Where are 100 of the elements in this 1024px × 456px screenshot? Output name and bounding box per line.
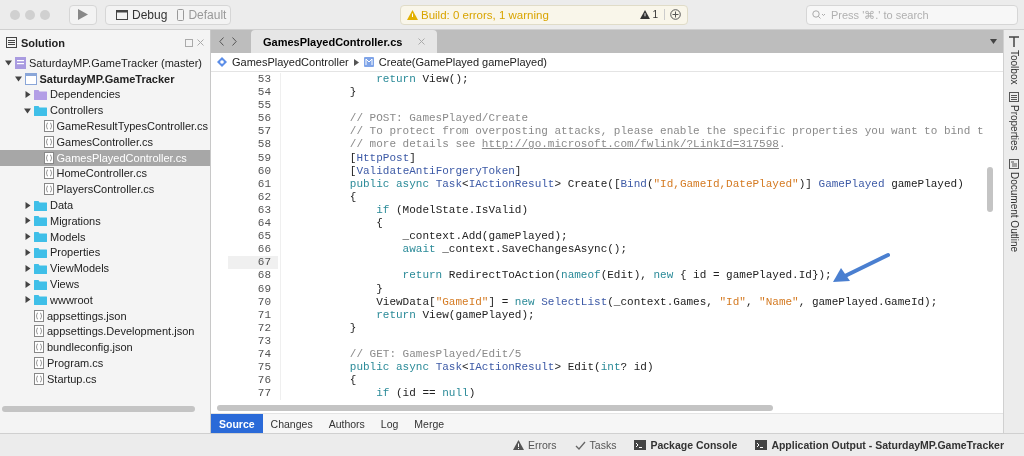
scrollbar[interactable] (987, 167, 993, 212)
status-button[interactable]: Application Output - SaturdayMP.GameTracker (755, 439, 1004, 451)
configuration-button[interactable]: Debug (116, 7, 168, 22)
code-line: ViewData["GameId"] = new SelectList(_context.Games, "Id", "Name", gamePlayed.GameId); (375, 295, 938, 309)
warning-count[interactable]: 1 (640, 9, 665, 20)
tree-item[interactable]: bundleconfig.json (0, 339, 210, 356)
annotation-arrow (831, 252, 891, 284)
run-button[interactable] (69, 4, 97, 25)
warning-icon (640, 10, 651, 19)
line-number: 62 (256, 190, 272, 204)
document-tab[interactable]: GamesPlayedController.cs (251, 30, 438, 53)
tree-item[interactable]: Migrations (0, 212, 210, 229)
tree-item[interactable]: Data (0, 197, 210, 213)
code-line: return View(); (375, 73, 469, 87)
disclosure-triangle-icon[interactable] (24, 264, 31, 272)
code-file-icon (34, 309, 44, 322)
code-line: public async Task<IActionResult> Edit(int? id) (348, 361, 654, 375)
outline-icon (1009, 159, 1019, 170)
tree-item[interactable]: HomeController.cs (0, 165, 210, 182)
view-tab[interactable]: Authors (320, 414, 373, 433)
pad-tab[interactable]: Document Outline (1008, 159, 1020, 253)
code-line: [HttpPost] (348, 151, 416, 165)
tree-item[interactable]: appsettings.json (0, 307, 210, 324)
line-number: 71 (256, 308, 272, 322)
line-number: 54 (256, 86, 272, 100)
disclosure-triangle-icon[interactable] (24, 296, 31, 304)
tree-item[interactable]: Startup.cs (0, 370, 210, 387)
status-button[interactable]: Errors (513, 439, 557, 451)
line-number: 75 (256, 361, 272, 375)
code-line: { (375, 217, 383, 231)
code-file-icon (34, 325, 44, 338)
view-tab[interactable]: Changes (262, 414, 321, 433)
disclosure-triangle-icon[interactable] (24, 248, 31, 256)
status-button[interactable]: Package Console (634, 439, 738, 451)
tree-item[interactable]: Models (0, 228, 210, 245)
code-line: await _context.SaveChangesAsync(); (401, 243, 628, 257)
tree-item[interactable]: SaturdayMP.GameTracker (master) (0, 55, 210, 71)
add-icon[interactable] (670, 9, 681, 20)
tree-item[interactable]: appsettings.Development.json (0, 323, 210, 340)
scrollbar[interactable] (2, 406, 195, 412)
tree-item[interactable]: Dependencies (0, 86, 210, 103)
terminal-icon (755, 440, 768, 450)
tree-item[interactable]: SaturdayMP.GameTracker (0, 70, 210, 87)
line-number: 59 (256, 151, 272, 165)
method-icon (363, 57, 374, 67)
code-line: return RedirectToAction(nameof(Edit), new { id = gamePlayed.Id}); (401, 269, 832, 283)
line-number: 60 (256, 164, 272, 178)
code-file-icon (43, 151, 54, 164)
view-tab[interactable]: Log (372, 414, 407, 433)
back-icon[interactable] (219, 37, 224, 46)
code-file-icon (43, 120, 54, 133)
separator-icon (353, 58, 359, 66)
breadcrumb-item[interactable]: GamesPlayedController (217, 56, 349, 68)
code-line: // more details see http://go.microsoft.com/fwlink/?LinkId=317598. (348, 138, 786, 152)
forward-icon[interactable] (232, 37, 237, 46)
search-field[interactable]: Press '⌘.' to search (806, 4, 1018, 25)
view-tab[interactable]: Source (211, 414, 263, 433)
line-number: 64 (256, 217, 272, 231)
line-number: 61 (256, 177, 272, 191)
tree-item[interactable]: Controllers (0, 102, 210, 119)
tree-item[interactable]: PlayersController.cs (0, 181, 210, 198)
status-button[interactable]: Tasks (574, 439, 617, 451)
pad-tab[interactable]: Properties (1008, 92, 1020, 152)
tree-item[interactable]: Properties (0, 244, 210, 261)
disclosure-triangle-icon[interactable] (24, 91, 31, 98)
view-tab[interactable]: Merge (406, 414, 453, 433)
disclosure-triangle-icon[interactable] (24, 217, 31, 225)
line-number: 69 (256, 282, 272, 296)
code-line: // GET: GamesPlayed/Edit/5 (348, 347, 522, 362)
code-file-icon (43, 183, 54, 196)
disclosure-triangle-icon[interactable] (24, 201, 31, 209)
scrollbar[interactable] (217, 405, 773, 411)
tree-item[interactable]: Views (0, 276, 210, 292)
line-number: 58 (256, 138, 272, 152)
pad-title: Solution (21, 36, 66, 49)
dropdown-icon[interactable] (990, 39, 997, 44)
disclosure-triangle-icon[interactable] (24, 233, 31, 241)
code-line: _context.Add(gamePlayed); (401, 230, 568, 244)
tree-item[interactable]: ViewModels (0, 260, 210, 277)
code-line: if (ModelState.IsValid) (375, 203, 529, 218)
code-line: return View(gamePlayed); (375, 308, 535, 322)
properties-icon (1009, 92, 1019, 103)
code-link[interactable]: http://go.microsoft.com/fwlink/?LinkId=317598 (481, 138, 779, 151)
disclosure-triangle-icon[interactable] (24, 106, 31, 114)
disclosure-triangle-icon[interactable] (5, 59, 12, 67)
tree-item[interactable]: GamesController.cs (0, 134, 210, 150)
tree-item[interactable]: wwwroot (0, 291, 210, 308)
disclosure-triangle-icon[interactable] (24, 280, 31, 288)
line-number: 67 (228, 256, 278, 270)
code-file-icon (43, 135, 54, 148)
play-icon (78, 9, 88, 20)
pad-tab[interactable]: Toolbox (1008, 36, 1020, 85)
code-file-icon (34, 372, 44, 385)
solution-pad-icon (6, 37, 17, 48)
disclosure-triangle-icon[interactable] (14, 75, 22, 83)
breadcrumb-item[interactable]: Create(GamePlayed gamePlayed) (363, 56, 547, 68)
folder-icon (34, 199, 47, 211)
tree-item[interactable]: Program.cs (0, 355, 210, 371)
terminal-icon (634, 440, 647, 450)
tree-item[interactable]: GameResultTypesController.cs (0, 118, 210, 134)
